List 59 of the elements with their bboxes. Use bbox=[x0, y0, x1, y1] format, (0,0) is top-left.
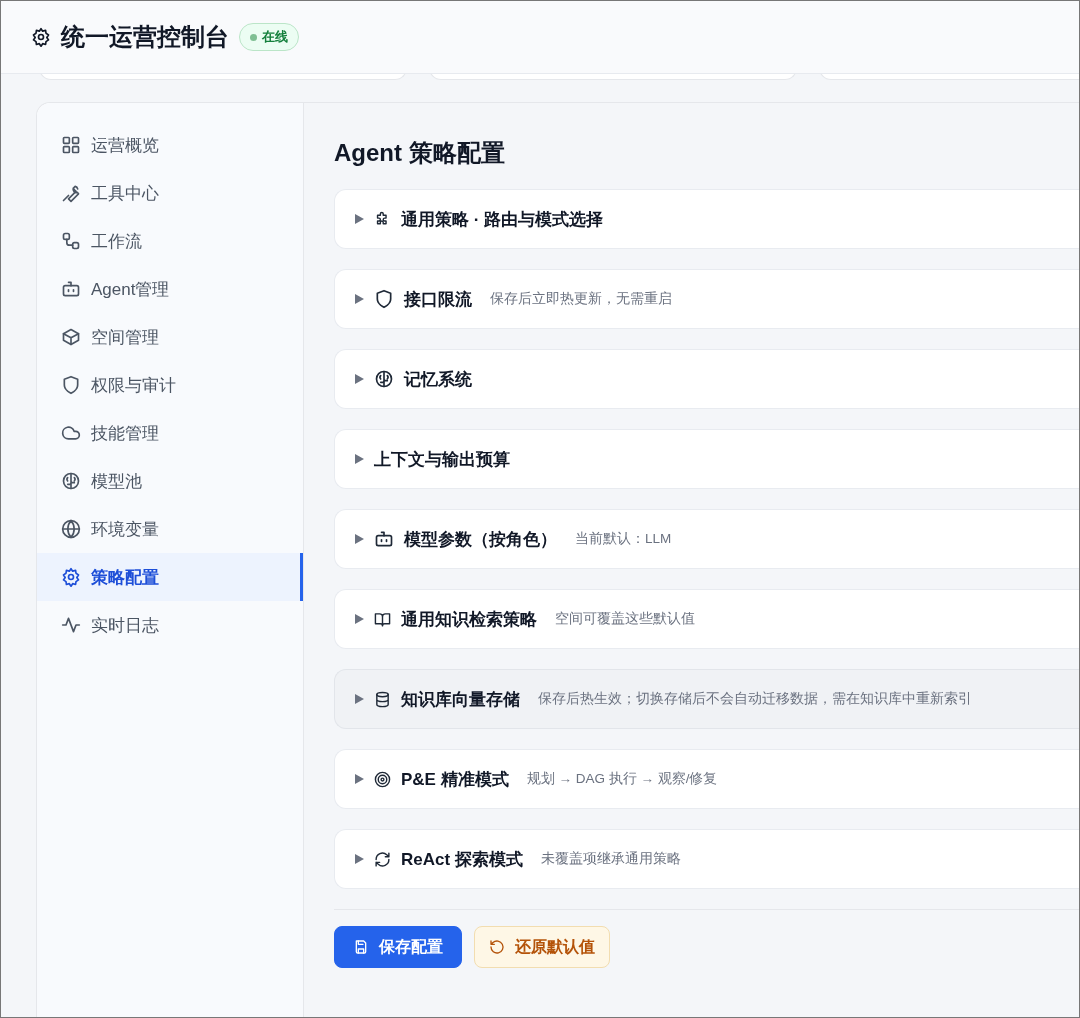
sidebar-item[interactable]: 工作流 bbox=[37, 217, 303, 265]
target-icon bbox=[374, 770, 391, 788]
refresh-icon bbox=[374, 850, 391, 868]
sidebar-item[interactable]: 运营概览 bbox=[37, 121, 303, 169]
activity-icon bbox=[61, 615, 81, 635]
sidebar-item[interactable]: 技能管理 bbox=[37, 409, 303, 457]
database-icon bbox=[374, 690, 391, 708]
section-title: 模型参数（按角色） bbox=[404, 528, 557, 551]
sidebar-item[interactable]: 策略配置 bbox=[37, 553, 303, 601]
section-title: 记忆系统 bbox=[404, 368, 472, 391]
page-title: Agent 策略配置 bbox=[334, 138, 506, 168]
section-note: 保存后立即热更新，无需重启 bbox=[490, 290, 672, 308]
grid-icon bbox=[61, 135, 81, 155]
reset-button[interactable]: 还原默认值 bbox=[474, 926, 610, 968]
collapsible-section[interactable]: 模型参数（按角色） 当前默认：LLM bbox=[334, 509, 1079, 569]
collapsible-section[interactable]: 通用策略 · 路由与模式选择 bbox=[334, 189, 1079, 249]
undo-icon bbox=[489, 939, 505, 955]
status-dot bbox=[250, 33, 257, 41]
sidebar-item[interactable]: Agent管理 bbox=[37, 265, 303, 313]
section-title: 知识库向量存储 bbox=[401, 688, 520, 711]
settings-icon bbox=[61, 567, 81, 587]
collapsible-section[interactable]: 接口限流 保存后立即热更新，无需重启 bbox=[334, 269, 1079, 329]
section-note: 保存后热生效；切换存储后不会自动迁移数据，需在知识库中重新索引 bbox=[538, 690, 972, 708]
sidebar-item[interactable]: 环境变量 bbox=[37, 505, 303, 553]
shield-icon bbox=[374, 289, 394, 309]
collapsible-section[interactable]: 知识库向量存储 保存后热生效；切换存储后不会自动迁移数据，需在知识库中重新索引 bbox=[334, 669, 1079, 729]
section-title: 通用知识检索策略 bbox=[401, 608, 537, 631]
section-note: 空间可覆盖这些默认值 bbox=[555, 610, 695, 628]
collapsible-section[interactable]: 上下文与输出预算 bbox=[334, 429, 1079, 489]
section-title: 接口限流 bbox=[404, 288, 472, 311]
robot-icon bbox=[61, 279, 81, 299]
book-icon bbox=[374, 610, 391, 628]
save-button[interactable]: 保存配置 bbox=[334, 926, 462, 968]
section-note: 规划 → DAG 执行 → 观察/修复 bbox=[526, 770, 718, 788]
section-title: 上下文与输出预算 bbox=[374, 448, 510, 471]
save-icon bbox=[353, 939, 369, 955]
cube-icon bbox=[61, 327, 81, 347]
sidebar-item[interactable]: 权限与审计 bbox=[37, 361, 303, 409]
settings-icon bbox=[31, 27, 51, 47]
collapsible-section[interactable]: 记忆系统 bbox=[334, 349, 1079, 409]
shield-icon bbox=[61, 375, 81, 395]
collapsible-section[interactable]: ReAct 探索模式 未覆盖项继承通用策略 bbox=[334, 829, 1079, 889]
collapsible-section[interactable]: P&E 精准模式 规划 → DAG 执行 → 观察/修复 bbox=[334, 749, 1079, 809]
robot-icon bbox=[374, 529, 394, 549]
sidebar-item[interactable]: 空间管理 bbox=[37, 313, 303, 361]
cloud-icon bbox=[61, 423, 81, 443]
globe-icon bbox=[61, 519, 81, 539]
section-title: 通用策略 · 路由与模式选择 bbox=[401, 208, 604, 231]
collapsible-section[interactable]: 通用知识检索策略 空间可覆盖这些默认值 bbox=[334, 589, 1079, 649]
section-title: P&E 精准模式 bbox=[401, 768, 509, 791]
sidebar-item[interactable]: 模型池 bbox=[37, 457, 303, 505]
app-title: 统一运营控制台 bbox=[61, 22, 229, 52]
section-title: ReAct 探索模式 bbox=[401, 848, 523, 871]
status-badge: 在线 bbox=[239, 23, 299, 51]
sidebar-item[interactable]: 工具中心 bbox=[37, 169, 303, 217]
workflow-icon bbox=[61, 231, 81, 251]
section-note: 当前默认：LLM bbox=[575, 530, 672, 548]
section-note: 未覆盖项继承通用策略 bbox=[540, 850, 681, 868]
sidebar-item[interactable]: 实时日志 bbox=[37, 601, 303, 649]
